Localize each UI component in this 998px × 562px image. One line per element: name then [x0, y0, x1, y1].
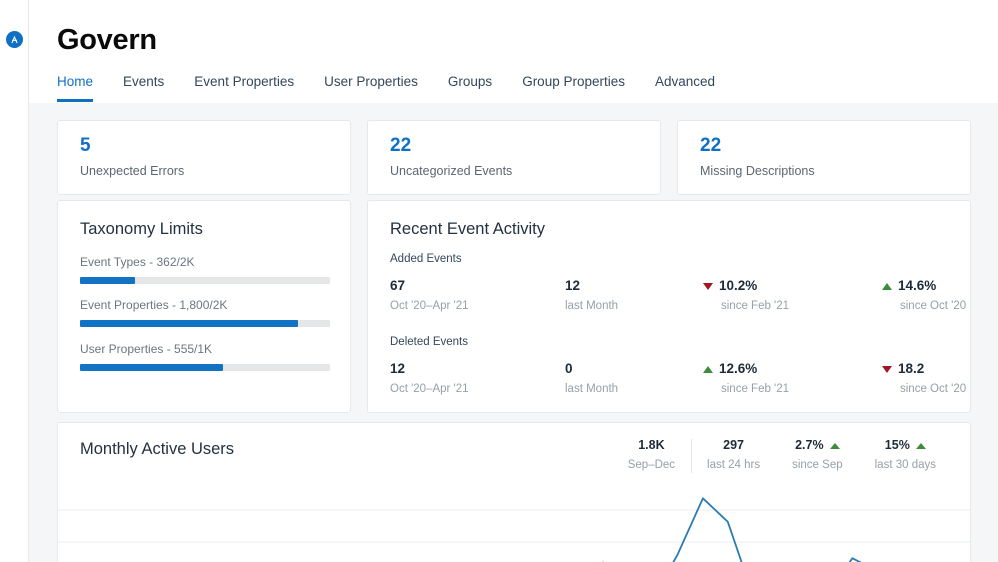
activity-group-label: Deleted Events	[390, 336, 468, 348]
metric-subtitle: last 30 days	[874, 459, 936, 471]
stat-value: 5	[80, 135, 91, 156]
metric-subtitle: since Feb '21	[721, 383, 790, 395]
limit-progress-fill	[80, 320, 298, 327]
monthly-active-users-card: Monthly Active Users 1.8K Sep–Dec 297 la…	[57, 422, 971, 562]
tab-home[interactable]: Home	[57, 70, 94, 102]
metric-value-text: 15%	[884, 438, 910, 452]
limit-label: User Properties - 555/1K	[80, 342, 213, 356]
recent-event-activity-card: Recent Event Activity Added Events 67 Oc…	[367, 200, 971, 413]
activity-metric: 18.2 since Oct '20	[882, 360, 966, 397]
mau-metric: 1.8K Sep–Dec	[612, 437, 691, 473]
metric-subtitle: last Month	[565, 383, 619, 395]
chart-line-series	[601, 497, 862, 562]
tab-group-properties[interactable]: Group Properties	[522, 70, 625, 102]
metric-subtitle: since Feb '21	[721, 300, 790, 312]
metric-subtitle: since Sep	[792, 459, 843, 471]
metric-value: 2.7%	[792, 437, 843, 454]
stat-label: Uncategorized Events	[390, 164, 513, 178]
tab-bar: Home Events Event Properties User Proper…	[57, 70, 715, 103]
tab-groups[interactable]: Groups	[448, 70, 492, 102]
mau-metric-row: 1.8K Sep–Dec 297 last 24 hrs 2.7% since …	[612, 437, 952, 473]
metric-subtitle: Sep–Dec	[627, 459, 676, 471]
metric-value: 1.8K	[638, 438, 665, 452]
trend-down-icon	[703, 282, 713, 290]
metric-subtitle: since Oct '20	[900, 383, 967, 395]
tab-events[interactable]: Events	[123, 70, 164, 102]
activity-group-label: Added Events	[390, 253, 462, 265]
mau-line-chart[interactable]	[58, 478, 970, 562]
activity-metric: 67 Oct '20–Apr '21	[390, 277, 469, 314]
limit-progress-track	[80, 320, 330, 327]
limit-user-properties: User Properties - 555/1K	[80, 341, 330, 371]
metric-value: 10.2%	[703, 277, 789, 295]
stat-card-missing-descriptions[interactable]: 22 Missing Descriptions	[677, 120, 971, 195]
limit-event-properties: Event Properties - 1,800/2K	[80, 297, 330, 327]
activity-metric: 0 last Month	[565, 360, 618, 397]
taxonomy-limits-title: Taxonomy Limits	[80, 220, 203, 238]
stat-value: 22	[390, 135, 412, 156]
limit-progress-track	[80, 277, 330, 284]
stat-label: Missing Descriptions	[700, 164, 815, 178]
metric-value: 18.2	[882, 360, 966, 378]
taxonomy-limits-card: Taxonomy Limits Event Types - 362/2K Eve…	[57, 200, 351, 413]
activity-metric: 12 Oct '20–Apr '21	[390, 360, 469, 397]
mau-metric: 2.7% since Sep	[776, 437, 859, 473]
trend-up-icon	[882, 282, 892, 290]
metric-value: 15%	[875, 437, 936, 454]
mau-metric: 15% last 30 days	[859, 437, 952, 473]
metric-subtitle: since Oct '20	[900, 300, 967, 312]
activity-group-deleted-events: Deleted Events 12 Oct '20–Apr '21 0 last…	[390, 334, 966, 400]
metric-value: 67	[390, 278, 406, 293]
metric-value-text: 12.6%	[719, 361, 758, 376]
metric-value: 12	[390, 361, 406, 376]
trend-up-icon	[703, 365, 713, 373]
metric-value-text: 18.2	[898, 361, 925, 376]
monthly-active-users-title: Monthly Active Users	[80, 440, 235, 458]
trend-up-icon	[829, 442, 840, 449]
trend-down-icon	[882, 365, 892, 373]
metric-value-text: 10.2%	[719, 278, 758, 293]
metric-value-text: 2.7%	[795, 438, 824, 452]
tab-user-properties[interactable]: User Properties	[324, 70, 418, 102]
limit-progress-track	[80, 364, 330, 371]
metric-value: 12	[565, 278, 581, 293]
stat-card-unexpected-errors[interactable]: 5 Unexpected Errors	[57, 120, 351, 195]
left-rail	[0, 0, 29, 562]
summary-stat-row: 5 Unexpected Errors 22 Uncategorized Eve…	[57, 120, 971, 195]
mau-metric: 297 last 24 hrs	[691, 437, 776, 473]
limit-label: Event Properties - 1,800/2K	[80, 298, 228, 312]
limit-event-types: Event Types - 362/2K	[80, 254, 330, 284]
limit-progress-fill	[80, 364, 223, 371]
recent-event-activity-title: Recent Event Activity	[390, 220, 545, 238]
tab-advanced[interactable]: Advanced	[655, 70, 715, 102]
metric-value: 12.6%	[703, 360, 789, 378]
activity-group-added-events: Added Events 67 Oct '20–Apr '21 12 last …	[390, 251, 966, 317]
limit-label: Event Types - 362/2K	[80, 255, 195, 269]
metric-value: 297	[723, 438, 744, 452]
trend-up-icon	[915, 442, 926, 449]
activity-metric: 10.2% since Feb '21	[703, 277, 789, 314]
stat-value: 22	[700, 135, 722, 156]
page-header: Govern Home Events Event Properties User…	[29, 0, 998, 103]
page-column: Govern Home Events Event Properties User…	[29, 0, 998, 562]
metric-subtitle: Oct '20–Apr '21	[390, 383, 469, 395]
metric-value: 0	[565, 361, 573, 376]
amplitude-logo-icon[interactable]	[6, 31, 23, 48]
activity-metric: 12.6% since Feb '21	[703, 360, 789, 397]
page-title: Govern	[57, 24, 157, 56]
metric-value: 14.6%	[882, 277, 966, 295]
limit-progress-fill	[80, 277, 135, 284]
mau-chart-svg	[58, 497, 970, 562]
stat-card-uncategorized-events[interactable]: 22 Uncategorized Events	[367, 120, 661, 195]
metric-subtitle: Oct '20–Apr '21	[390, 300, 469, 312]
metric-subtitle: last 24 hrs	[707, 459, 761, 471]
tab-event-properties[interactable]: Event Properties	[194, 70, 294, 102]
govern-dashboard-page: Govern Home Events Event Properties User…	[0, 0, 998, 562]
activity-metric: 14.6% since Oct '20	[882, 277, 966, 314]
activity-metric: 12 last Month	[565, 277, 618, 314]
metric-subtitle: last Month	[565, 300, 619, 312]
metric-value-text: 14.6%	[898, 278, 937, 293]
stat-label: Unexpected Errors	[80, 164, 185, 178]
